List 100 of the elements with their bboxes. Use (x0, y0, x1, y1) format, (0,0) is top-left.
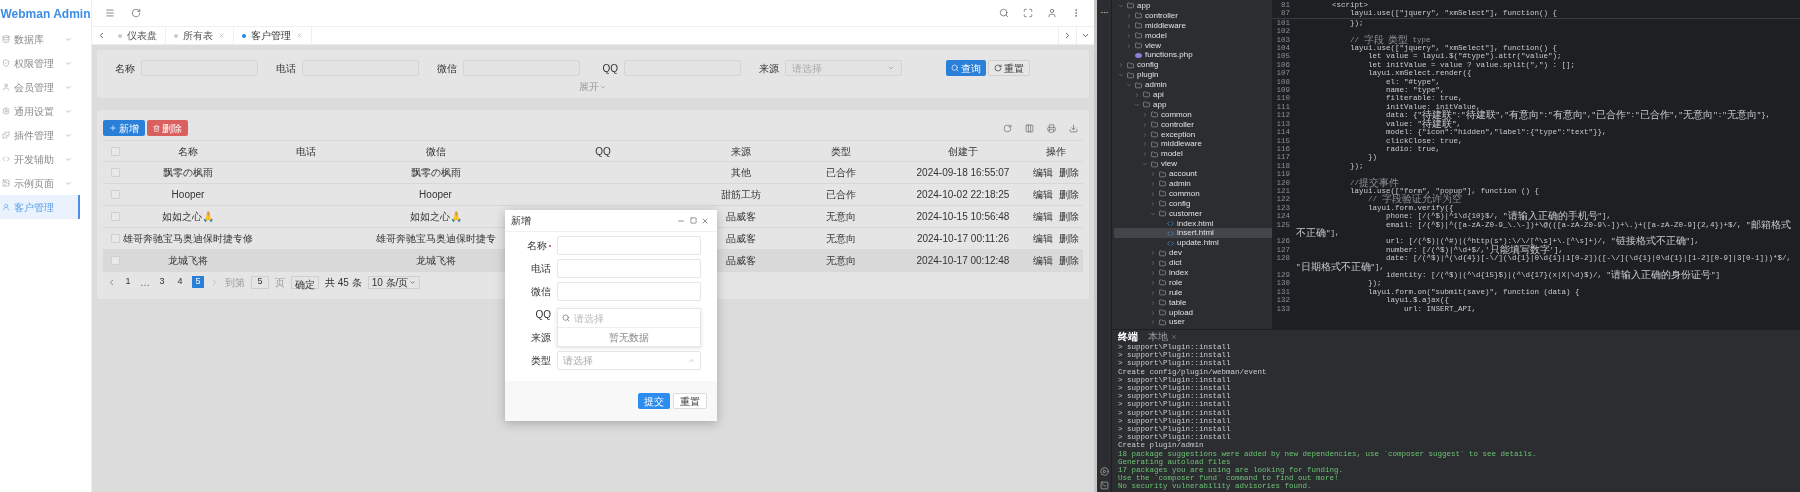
action-link[interactable]: 编辑 (1032, 253, 1053, 268)
folder-icon (1151, 160, 1158, 168)
fullscreen-icon[interactable] (1023, 8, 1033, 18)
tree-item[interactable]: plugin (1114, 70, 1272, 81)
close-icon[interactable] (1171, 333, 1177, 340)
checkbox[interactable] (111, 234, 120, 243)
terminal-tab[interactable]: 本地 (1148, 330, 1177, 343)
input-field[interactable] (557, 259, 701, 278)
more-icon[interactable] (1099, 8, 1109, 17)
refresh-icon[interactable] (131, 8, 141, 18)
refresh-icon[interactable] (1002, 123, 1012, 133)
tree-item[interactable]: user (1114, 317, 1272, 328)
terminal-icon[interactable] (1099, 481, 1109, 490)
tree-item[interactable]: config (1114, 60, 1272, 71)
action-link[interactable]: 删除 (1058, 165, 1079, 180)
page-size-select[interactable]: 10 条/页 (367, 275, 421, 289)
reset-button[interactable]: 重置 (988, 60, 1030, 76)
tree-item[interactable]: api (1114, 90, 1272, 100)
tree-item[interactable]: controller (1114, 10, 1272, 21)
close-icon[interactable] (701, 216, 709, 225)
action-link[interactable]: 编辑 (1032, 231, 1053, 246)
tree-item[interactable]: dev (1114, 248, 1272, 259)
reset-button[interactable]: 重置 (673, 393, 707, 409)
user-icon[interactable] (1047, 8, 1057, 18)
action-link[interactable]: 删除 (1058, 253, 1079, 268)
tree-item[interactable]: role (1114, 277, 1272, 288)
sidebar-item[interactable]: 插件管理 (0, 123, 80, 147)
input-field[interactable] (557, 282, 701, 301)
tree-item[interactable]: admin (1114, 179, 1272, 189)
sidebar-item[interactable]: 权限管理 (0, 51, 80, 75)
tree-item[interactable]: app (1114, 99, 1272, 110)
close-icon[interactable] (296, 32, 303, 39)
delete-button[interactable]: 删除 (147, 120, 188, 136)
previous-page-icon[interactable] (107, 277, 116, 287)
sidebar-item[interactable]: 会员管理 (0, 75, 80, 99)
search-button[interactable]: 查询 (946, 60, 986, 76)
tab[interactable]: 所有表 (166, 26, 234, 45)
tree-item[interactable]: customer (1114, 208, 1272, 219)
tree-item[interactable]: exception (1114, 129, 1272, 140)
terminal-tab[interactable]: 终端 (1118, 330, 1138, 343)
add-button[interactable]: 新增 (103, 120, 145, 136)
action-link[interactable]: 编辑 (1032, 209, 1053, 224)
menu-icon[interactable] (105, 8, 115, 18)
tree-item[interactable]: middleware (1114, 139, 1272, 150)
sidebar-item[interactable]: 示例页面 (0, 171, 80, 195)
action-link[interactable]: 删除 (1058, 209, 1079, 224)
tab[interactable]: 客户管理 (234, 26, 312, 45)
folder-icon (1151, 150, 1158, 158)
tree-item[interactable]: admin (1114, 80, 1272, 90)
tree-item[interactable]: model (1114, 149, 1272, 160)
page-button[interactable]: 4 (174, 276, 186, 288)
table-cell-text: 飘零の枫雨 (163, 166, 213, 180)
tab[interactable]: 仪表盘 (110, 26, 166, 45)
tree-item[interactable]: model (1114, 30, 1272, 41)
tree-item[interactable]: account (1114, 169, 1272, 180)
columns-icon[interactable] (1024, 123, 1034, 133)
action-link[interactable]: 编辑 (1032, 187, 1053, 202)
sidebar-item[interactable]: 数据库 (0, 27, 80, 51)
tree-item[interactable]: upload (1114, 307, 1272, 318)
checkbox[interactable] (111, 168, 120, 177)
tree-item[interactable]: middleware (1114, 20, 1272, 31)
chevron-icon (65, 83, 72, 91)
tree-item[interactable]: common (1114, 109, 1272, 120)
export-icon[interactable] (1068, 123, 1078, 133)
sidebar-item[interactable]: 通用设置 (0, 99, 80, 123)
tree-item[interactable]: config (1114, 198, 1272, 209)
tree-item[interactable]: table (1114, 297, 1272, 308)
tree-item[interactable]: index (1114, 268, 1272, 278)
action-link[interactable]: 删除 (1058, 231, 1079, 246)
tree-item[interactable]: index.html (1114, 218, 1272, 229)
chevron-down-icon[interactable] (1081, 31, 1090, 40)
action-link[interactable]: 编辑 (1032, 165, 1053, 180)
sidebar-item[interactable]: 开发辅助 (0, 147, 80, 171)
tree-item[interactable]: functions.php (1114, 50, 1272, 61)
tree-item[interactable]: controller (1114, 119, 1272, 130)
action-link[interactable]: 删除 (1058, 187, 1079, 202)
tree-item[interactable]: common (1114, 188, 1272, 199)
tree-item[interactable]: insert.html (1114, 228, 1272, 239)
search-icon[interactable] (999, 8, 1009, 18)
tree-item[interactable]: view (1114, 40, 1272, 51)
page-input[interactable]: 5 (251, 275, 269, 289)
tree-item[interactable]: update.html (1114, 238, 1272, 249)
checkbox[interactable] (111, 146, 120, 156)
close-icon[interactable] (218, 32, 225, 39)
maximize-icon[interactable] (689, 217, 697, 224)
tree-item[interactable]: app (1114, 1, 1272, 11)
page-button[interactable]: 5 (192, 276, 204, 288)
page-button[interactable]: 1 (122, 276, 134, 288)
tree-item[interactable]: rule (1114, 287, 1272, 298)
checkbox[interactable] (111, 212, 120, 221)
checkbox[interactable] (111, 190, 120, 199)
confirm-button[interactable]: 确定 (291, 275, 319, 289)
input-field[interactable] (557, 236, 701, 255)
chevron-right-icon[interactable] (1063, 31, 1072, 40)
run-icon[interactable] (1099, 467, 1109, 476)
checkbox[interactable] (111, 256, 120, 265)
page-button[interactable]: 3 (156, 276, 168, 288)
print-icon[interactable] (1046, 123, 1056, 133)
tree-item[interactable]: view (1114, 159, 1272, 170)
tree-item[interactable]: dict (1114, 258, 1272, 269)
